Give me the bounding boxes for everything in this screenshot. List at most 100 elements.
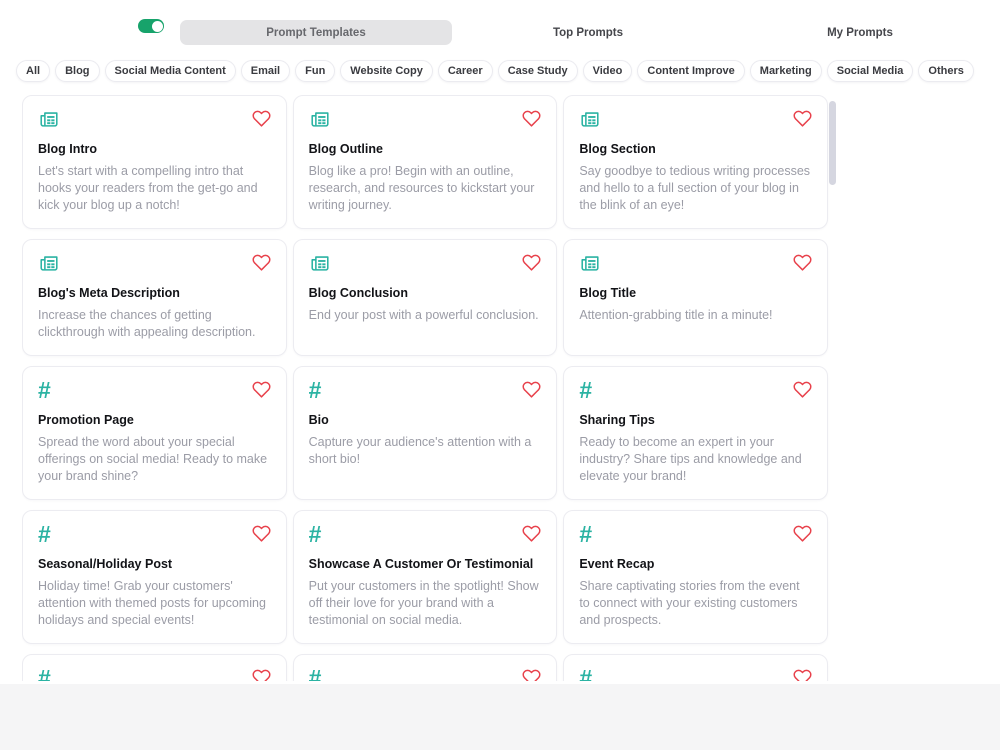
hashtag-icon: # [579,379,592,403]
hashtag-icon: # [579,667,592,681]
card-title: Blog Outline [309,142,542,156]
card-description: Share captivating stories from the event… [579,578,812,629]
filter-chip-content-improve[interactable]: Content Improve [637,60,744,82]
hashtag-icon: # [38,667,51,681]
prompt-card-showcase-a-customer-or-testimonial[interactable]: # Showcase A Customer Or Testimonial Put… [293,510,558,644]
card-description: Blog like a pro! Begin with an outline, … [309,163,542,214]
footer-background [0,684,1000,750]
favorite-heart-icon[interactable] [793,668,812,681]
tab-prompt-templates[interactable]: Prompt Templates [180,20,452,45]
cards-viewport: Blog Intro Let's start with a compelling… [22,95,836,681]
prompt-card-highlight-product-or-service-benefit[interactable]: # Highlight Product Or Service Benefit [22,654,287,681]
prompt-card-share-a-secret[interactable]: # Share A Secret [563,654,828,681]
hashtag-icon: # [38,379,51,403]
prompt-card-bio[interactable]: # Bio Capture your audience's attention … [293,366,558,500]
favorite-heart-icon[interactable] [522,668,541,681]
favorite-heart-icon[interactable] [252,380,271,399]
scrollbar-thumb[interactable] [829,101,836,185]
filter-chip-case-study[interactable]: Case Study [498,60,578,82]
card-description: Spread the word about your special offer… [38,434,271,485]
templates-toggle[interactable] [138,19,164,33]
filter-chip-social-media-content[interactable]: Social Media Content [105,60,236,82]
prompt-card-sharing-tips[interactable]: # Sharing Tips Ready to become an expert… [563,366,828,500]
prompt-card-promotion-page[interactable]: # Promotion Page Spread the word about y… [22,366,287,500]
favorite-heart-icon[interactable] [252,253,271,272]
prompt-card-seasonal-holiday-post[interactable]: # Seasonal/Holiday Post Holiday time! Gr… [22,510,287,644]
card-header: # [579,523,812,548]
card-title: Event Recap [579,557,812,571]
filter-chip-blog[interactable]: Blog [55,60,99,82]
newspaper-icon [579,252,601,274]
card-title: Blog's Meta Description [38,286,271,300]
favorite-heart-icon[interactable] [793,524,812,543]
card-header: # [38,523,271,548]
cards-grid: Blog Intro Let's start with a compelling… [22,95,828,681]
topbar: Prompt TemplatesTop PromptsMy Prompts [0,0,1000,52]
card-title: Sharing Tips [579,413,812,427]
favorite-heart-icon[interactable] [522,380,541,399]
card-description: Put your customers in the spotlight! Sho… [309,578,542,629]
filter-chip-social-media[interactable]: Social Media [827,60,914,82]
prompt-card-blog-outline[interactable]: Blog Outline Blog like a pro! Begin with… [293,95,558,229]
card-description: Say goodbye to tedious writing processes… [579,163,812,214]
prompt-card-blog-intro[interactable]: Blog Intro Let's start with a compelling… [22,95,287,229]
card-header [309,252,542,277]
toggle-knob-icon [152,21,163,32]
newspaper-icon [38,108,60,130]
card-header: # [309,379,542,404]
filter-chip-career[interactable]: Career [438,60,493,82]
card-header: # [309,667,542,681]
card-header: # [38,379,271,404]
favorite-heart-icon[interactable] [252,668,271,681]
prompt-card-blog-title[interactable]: Blog Title Attention-grabbing title in a… [563,239,828,356]
favorite-heart-icon[interactable] [522,524,541,543]
tab-my-prompts[interactable]: My Prompts [724,20,996,45]
card-title: Blog Title [579,286,812,300]
hashtag-icon: # [309,379,322,403]
favorite-heart-icon[interactable] [793,380,812,399]
card-header [309,108,542,133]
hashtag-icon: # [309,523,322,547]
hashtag-icon: # [309,667,322,681]
favorite-heart-icon[interactable] [522,109,541,128]
newspaper-icon [579,108,601,130]
card-header: # [38,667,271,681]
tab-top-prompts[interactable]: Top Prompts [452,20,724,45]
newspaper-icon [38,252,60,274]
favorite-heart-icon[interactable] [522,253,541,272]
favorite-heart-icon[interactable] [252,524,271,543]
card-description: Attention-grabbing title in a minute! [579,307,812,324]
card-header [38,252,271,277]
card-header [38,108,271,133]
filter-chip-website-copy[interactable]: Website Copy [340,60,433,82]
prompt-templates-app: Prompt TemplatesTop PromptsMy Prompts Al… [0,0,1000,750]
card-description: End your post with a powerful conclusion… [309,307,542,324]
card-title: Blog Conclusion [309,286,542,300]
prompt-card-event-recap[interactable]: # Event Recap Share captivating stories … [563,510,828,644]
hashtag-icon: # [579,523,592,547]
card-header [579,252,812,277]
card-description: Ready to become an expert in your indust… [579,434,812,485]
favorite-heart-icon[interactable] [793,253,812,272]
card-description: Holiday time! Grab your customers' atten… [38,578,271,629]
filter-chip-email[interactable]: Email [241,60,290,82]
filter-chip-others[interactable]: Others [918,60,973,82]
card-title: Seasonal/Holiday Post [38,557,271,571]
hashtag-icon: # [38,523,51,547]
card-title: Blog Intro [38,142,271,156]
prompt-card-blog-section[interactable]: Blog Section Say goodbye to tedious writ… [563,95,828,229]
filter-chip-fun[interactable]: Fun [295,60,335,82]
card-header: # [579,379,812,404]
tab-bar: Prompt TemplatesTop PromptsMy Prompts [180,20,996,45]
card-title: Promotion Page [38,413,271,427]
card-header: # [579,667,812,681]
prompt-card-blog-conclusion[interactable]: Blog Conclusion End your post with a pow… [293,239,558,356]
prompt-card-build-anticipation-launch-new-product[interactable]: # Build Anticipation / Launch New Produc… [293,654,558,681]
filter-chip-video[interactable]: Video [583,60,633,82]
favorite-heart-icon[interactable] [252,109,271,128]
filter-chip-marketing[interactable]: Marketing [750,60,822,82]
prompt-card-blog-s-meta-description[interactable]: Blog's Meta Description Increase the cha… [22,239,287,356]
category-filter-bar: AllBlog Social Media ContentEmailFunWebsi… [16,60,1000,82]
favorite-heart-icon[interactable] [793,109,812,128]
filter-chip-all[interactable]: All [16,60,50,82]
